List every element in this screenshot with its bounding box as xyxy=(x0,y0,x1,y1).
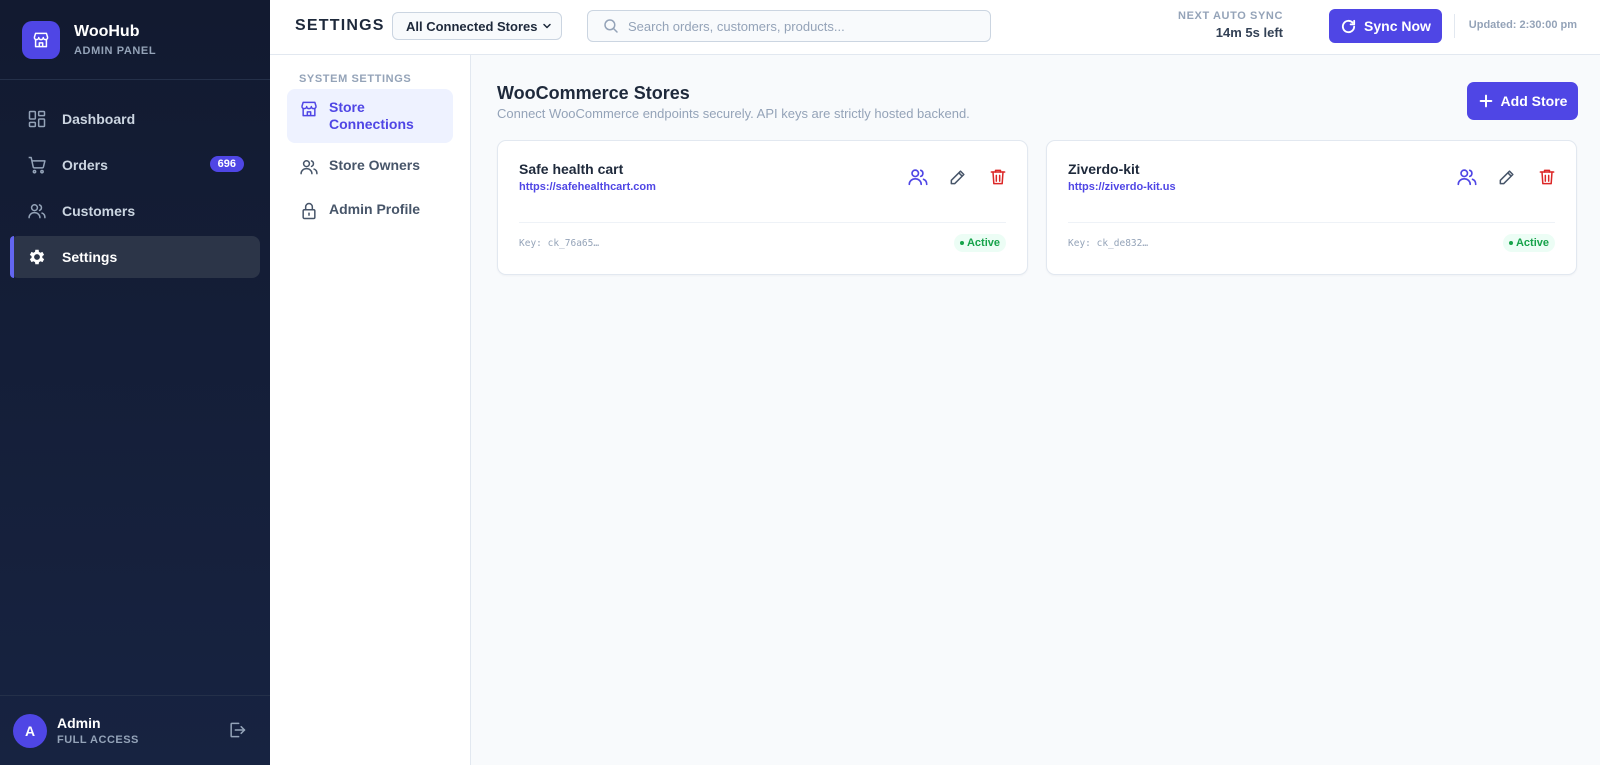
sidebar: WooHub ADMIN PANEL Dashboard Orders 696 … xyxy=(0,0,270,765)
storefront-icon xyxy=(22,20,60,59)
edit-pencil-icon[interactable] xyxy=(1496,166,1518,188)
card-divider xyxy=(1068,222,1555,223)
settings-subnav: SYSTEM SETTINGS Store Connections Store … xyxy=(270,55,471,765)
header-divider xyxy=(1454,14,1455,38)
subnav-label: Store Owners xyxy=(329,157,421,173)
logout-icon[interactable] xyxy=(226,719,248,741)
nav-label: Settings xyxy=(62,249,118,265)
nav-item-settings[interactable]: Settings xyxy=(10,236,260,278)
nav-label: Orders xyxy=(62,157,108,173)
nav-item-orders[interactable]: Orders 696 xyxy=(10,144,260,186)
status-badge: Active xyxy=(953,234,1006,252)
nav-item-dashboard[interactable]: Dashboard xyxy=(10,98,260,140)
users-icon[interactable] xyxy=(1456,166,1478,188)
user-role: FULL ACCESS xyxy=(57,734,139,746)
subnav-title: SYSTEM SETTINGS xyxy=(299,73,412,85)
users-icon xyxy=(299,157,319,177)
edit-pencil-icon[interactable] xyxy=(947,166,969,188)
section-title: WooCommerce Stores xyxy=(497,83,690,103)
lock-icon xyxy=(299,201,319,221)
chevron-down-icon xyxy=(541,20,553,32)
subnav-item-store-owners[interactable]: Store Owners xyxy=(287,147,453,187)
sync-now-button[interactable]: Sync Now xyxy=(1329,9,1442,43)
trash-icon[interactable] xyxy=(987,166,1009,188)
add-store-label: Add Store xyxy=(1500,93,1568,109)
store-selector-value: All Connected Stores xyxy=(406,18,538,34)
storefront-icon xyxy=(299,99,319,119)
search-icon xyxy=(602,17,620,35)
plus-icon xyxy=(1479,94,1492,108)
store-card: Safe health cart https://safehealthcart.… xyxy=(497,140,1028,275)
refresh-icon xyxy=(1341,19,1356,33)
trash-icon[interactable] xyxy=(1536,166,1558,188)
sync-label: NEXT AUTO SYNC xyxy=(1178,10,1283,22)
orders-count-badge: 696 xyxy=(209,156,244,172)
api-key: Key: ck_76a65… xyxy=(519,238,600,249)
search-input[interactable] xyxy=(628,18,968,34)
status-dot xyxy=(1508,241,1513,245)
sync-countdown: 14m 5s left xyxy=(1215,25,1283,40)
sync-now-label: Sync Now xyxy=(1364,18,1431,34)
brand-name: WooHub xyxy=(74,22,140,40)
status-label: Active xyxy=(1515,237,1549,249)
avatar[interactable]: A xyxy=(13,713,47,748)
cart-icon xyxy=(26,154,48,176)
store-cards: Safe health cart https://safehealthcart.… xyxy=(497,140,1578,275)
store-actions xyxy=(907,166,1009,188)
subnav-item-admin-profile[interactable]: Admin Profile xyxy=(287,191,453,231)
top-header: SETTINGS All Connected Stores NEXT AUTO … xyxy=(270,0,1600,55)
search-box xyxy=(587,10,991,42)
section-subtitle: Connect WooCommerce endpoints securely. … xyxy=(497,106,970,121)
subnav-label: Store Connections xyxy=(329,99,414,132)
status-dot xyxy=(959,241,964,245)
add-store-button[interactable]: Add Store xyxy=(1467,82,1578,120)
card-divider xyxy=(519,222,1006,223)
dashboard-icon xyxy=(26,108,48,130)
gear-icon xyxy=(26,246,48,268)
brand-subtitle: ADMIN PANEL xyxy=(74,44,157,57)
store-selector[interactable]: All Connected Stores xyxy=(392,12,562,40)
users-icon[interactable] xyxy=(907,166,929,188)
page-title: SETTINGS xyxy=(295,17,385,34)
user-name: Admin xyxy=(57,715,101,731)
sync-info: NEXT AUTO SYNC 14m 5s left xyxy=(1178,10,1283,40)
subnav-label: Admin Profile xyxy=(329,201,421,217)
nav-label: Dashboard xyxy=(62,111,136,127)
user-profile: A Admin FULL ACCESS xyxy=(0,695,270,765)
last-updated: Updated: 2:30:00 pm xyxy=(1468,19,1577,31)
brand: WooHub ADMIN PANEL xyxy=(0,0,270,80)
subnav-item-store-connections[interactable]: Store Connections xyxy=(287,89,453,143)
nav-item-customers[interactable]: Customers xyxy=(10,190,260,232)
main-nav: Dashboard Orders 696 Customers Settings xyxy=(0,80,270,278)
status-badge: Active xyxy=(1502,234,1555,252)
store-actions xyxy=(1456,166,1558,188)
api-key: Key: ck_de832… xyxy=(1068,238,1149,249)
status-label: Active xyxy=(966,237,1000,249)
nav-label: Customers xyxy=(62,203,136,219)
store-card: Ziverdo-kit https://ziverdo-kit.us Key: … xyxy=(1046,140,1577,275)
users-icon xyxy=(26,200,48,222)
